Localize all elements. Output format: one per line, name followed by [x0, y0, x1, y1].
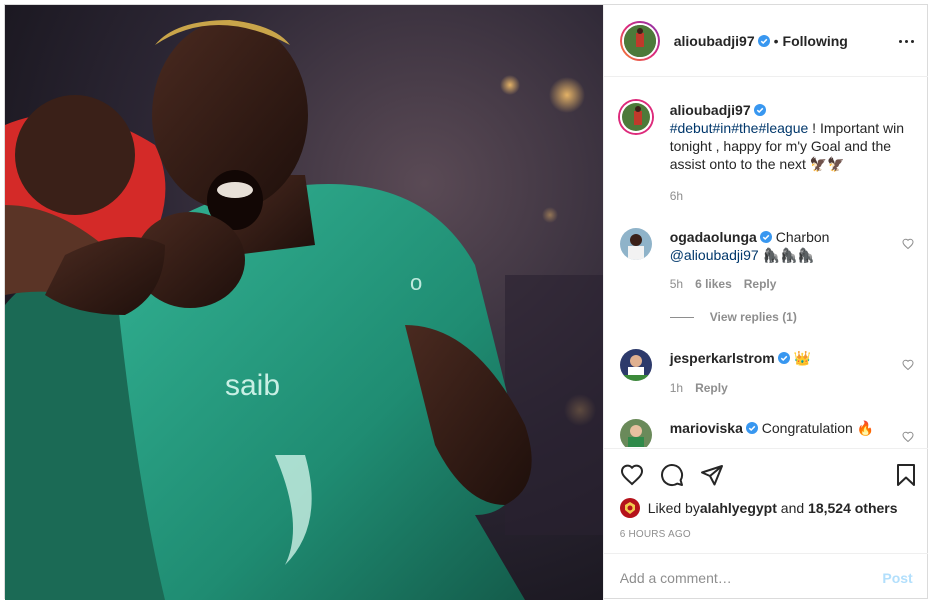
verified-badge-icon — [777, 352, 790, 364]
svg-text:saib: saib — [225, 369, 280, 402]
photo-image: saib o — [5, 5, 603, 600]
comment-time[interactable]: 5h — [670, 277, 683, 291]
likes-middle: and — [776, 500, 809, 516]
author-username[interactable]: alioubadji97 — [674, 33, 755, 49]
reply-button[interactable]: Reply — [695, 381, 728, 395]
likes-prefix: Liked by — [647, 500, 700, 516]
commenter-avatar[interactable] — [619, 419, 652, 447]
comment-text-2: 🦍🦍🦍 — [758, 247, 815, 263]
more-options-icon[interactable] — [895, 29, 919, 53]
verified-badge-icon — [745, 422, 758, 434]
comment-meta: 1h Reply — [670, 381, 728, 395]
comment-time[interactable]: 1h — [670, 381, 683, 395]
comment-body: jesperkarlstrom 👑 — [670, 349, 908, 367]
instagram-post: saib o alioubadji97 • Following alioubad… — [4, 4, 928, 601]
comment-text: Charbon — [771, 229, 830, 245]
post-side-panel: alioubadji97 • Following alioubadji97 #d… — [602, 5, 928, 601]
verified-badge-icon — [757, 34, 770, 47]
bookmark-icon[interactable] — [894, 463, 918, 487]
comment-text: 👑 — [789, 350, 812, 366]
caption-avatar[interactable] — [619, 101, 652, 133]
comment-like-icon[interactable] — [902, 359, 914, 371]
comment-text: Congratulation 🔥 — [757, 420, 875, 436]
caption-body: alioubadji97 #debut#in#the#league ! Impo… — [670, 101, 908, 173]
likes-summary: Liked by alahlyegypt and 18,524 others — [619, 497, 898, 519]
liker-avatar[interactable] — [619, 498, 640, 518]
view-replies-label: View replies (1) — [709, 310, 797, 324]
svg-text:o: o — [410, 270, 422, 295]
caption-hashtags[interactable]: #debut#in#the#league — [670, 120, 809, 136]
avatar-image — [619, 349, 652, 381]
likes-count[interactable]: 18,524 others — [808, 500, 898, 516]
reply-button[interactable]: Reply — [744, 277, 777, 291]
add-comment-bar: Post — [603, 553, 928, 601]
avatar-image — [619, 228, 652, 260]
likes-user[interactable]: alahlyegypt — [700, 500, 777, 516]
verified-badge-icon — [759, 231, 772, 243]
post-actions: Liked by alahlyegypt and 18,524 others 6… — [603, 448, 928, 601]
comment-meta: 5h 6 likes Reply — [670, 277, 777, 291]
author-avatar[interactable] — [619, 20, 660, 61]
caption-meta: 6h — [670, 189, 683, 203]
comment-username[interactable]: jesperkarlstrom — [670, 350, 775, 366]
avatar-image — [619, 419, 652, 447]
view-replies-button[interactable]: View replies (1) — [669, 310, 797, 324]
post-photo[interactable]: saib o — [5, 5, 603, 600]
commenter-avatar[interactable] — [619, 349, 652, 381]
avatar-image — [621, 103, 650, 131]
comment-body: ogadaolunga Charbon @alioubadji97 🦍🦍🦍 — [670, 228, 908, 264]
avatar-image — [623, 24, 656, 57]
action-icons-bar — [612, 455, 922, 495]
comment-likes[interactable]: 6 likes — [695, 277, 732, 291]
commenter-avatar[interactable] — [619, 228, 652, 260]
club-crest-icon — [624, 502, 635, 514]
comment-body: marioviska Congratulation 🔥 — [670, 419, 908, 437]
comment-username[interactable]: marioviska — [670, 420, 743, 436]
comment-like-icon[interactable] — [902, 238, 914, 250]
comment-bubble-icon[interactable] — [660, 463, 684, 487]
comment-like-icon[interactable] — [902, 431, 914, 443]
comment-username[interactable]: ogadaolunga — [670, 229, 757, 245]
paper-plane-icon[interactable] — [700, 463, 724, 487]
comment-mention[interactable]: @alioubadji97 — [670, 247, 759, 263]
replies-divider — [669, 316, 694, 318]
heart-outline-icon[interactable] — [620, 463, 644, 487]
add-comment-input[interactable] — [619, 569, 883, 586]
header-separator: • — [773, 32, 779, 49]
post-header: alioubadji97 • Following — [603, 5, 928, 77]
post-timestamp[interactable]: 6 HOURS AGO — [620, 529, 691, 540]
caption-username[interactable]: alioubadji97 — [670, 102, 751, 118]
caption-time[interactable]: 6h — [670, 189, 683, 203]
following-button[interactable]: Following — [783, 33, 848, 49]
header-info: alioubadji97 • Following — [674, 33, 848, 49]
post-comment-button[interactable]: Post — [882, 570, 912, 586]
comments-list[interactable]: alioubadji97 #debut#in#the#league ! Impo… — [604, 78, 928, 447]
verified-badge-icon — [753, 104, 766, 116]
